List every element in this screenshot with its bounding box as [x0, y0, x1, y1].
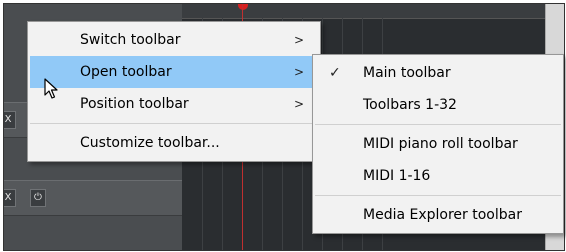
- menu-item-position-toolbar[interactable]: Position toolbar >: [30, 88, 318, 120]
- menu-item-label: Position toolbar: [80, 96, 189, 112]
- menu-item-switch-toolbar[interactable]: Switch toolbar >: [30, 24, 318, 56]
- menu-item-label: Media Explorer toolbar: [363, 207, 522, 223]
- menu-item-open-toolbar[interactable]: Open toolbar >: [30, 56, 318, 88]
- toolbar-context-menu: Switch toolbar > Open toolbar > Position…: [27, 21, 321, 162]
- power-icon[interactable]: ⏻: [30, 189, 46, 207]
- menu-item-label: Toolbars 1-32: [363, 97, 457, 113]
- close-icon[interactable]: X: [4, 189, 16, 207]
- checkmark-icon: ✓: [329, 65, 341, 81]
- menu-item-main-toolbar[interactable]: ✓ Main toolbar: [315, 57, 561, 89]
- menu-item-toolbars-1-32[interactable]: Toolbars 1-32: [315, 89, 561, 121]
- menu-item-label: Open toolbar: [80, 64, 172, 80]
- chevron-right-icon: >: [293, 33, 304, 47]
- menu-item-label: Main toolbar: [363, 65, 451, 81]
- menu-item-label: MIDI piano roll toolbar: [363, 136, 518, 152]
- chevron-right-icon: >: [293, 97, 304, 111]
- menu-item-label: Customize toolbar...: [80, 135, 220, 151]
- menu-item-midi-1-16[interactable]: MIDI 1-16: [315, 160, 561, 192]
- menu-separator: [315, 124, 561, 125]
- track-row[interactable]: X ⏻: [4, 180, 182, 216]
- menu-separator: [30, 123, 318, 124]
- menu-item-media-explorer-toolbar[interactable]: Media Explorer toolbar: [315, 199, 561, 231]
- menu-item-customize-toolbar[interactable]: Customize toolbar...: [30, 127, 318, 159]
- menu-separator: [315, 195, 561, 196]
- open-toolbar-submenu: ✓ Main toolbar Toolbars 1-32 MIDI piano …: [312, 54, 564, 234]
- chevron-right-icon: >: [293, 65, 304, 79]
- menu-item-label: Switch toolbar: [80, 32, 181, 48]
- menu-item-label: MIDI 1-16: [363, 168, 431, 184]
- mouse-pointer-icon: [44, 78, 58, 99]
- menu-item-midi-piano-roll-toolbar[interactable]: MIDI piano roll toolbar: [315, 128, 561, 160]
- close-icon[interactable]: X: [4, 111, 16, 129]
